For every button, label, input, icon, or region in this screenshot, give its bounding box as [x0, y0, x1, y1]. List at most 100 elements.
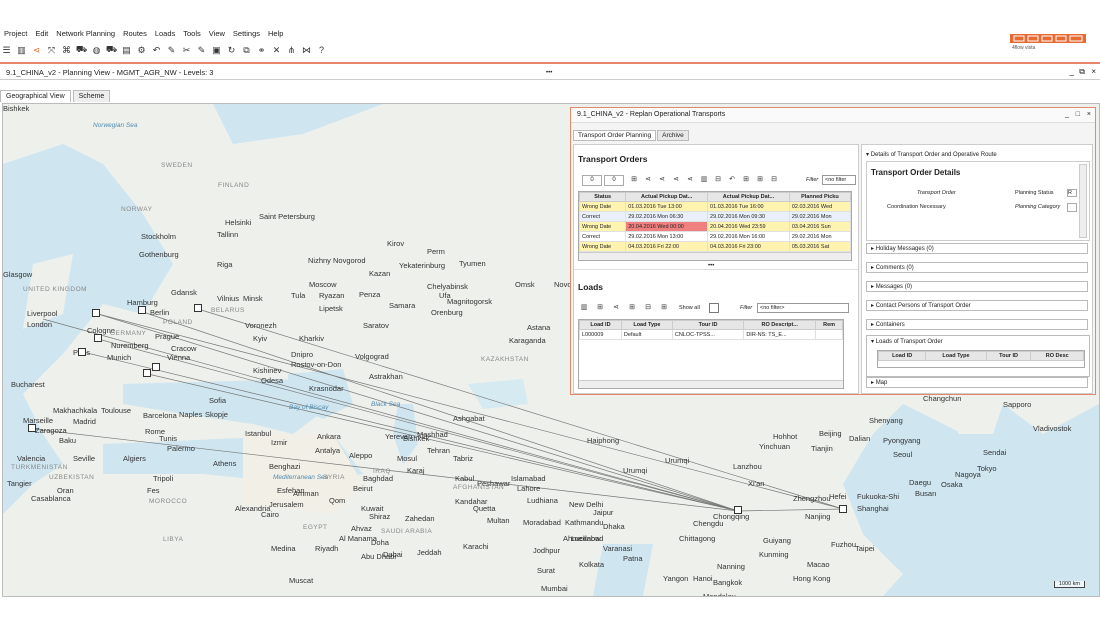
menu-item-view[interactable]: View [205, 28, 229, 40]
tab-archive[interactable]: Archive [657, 130, 689, 141]
loads-column-header[interactable]: Rem [815, 320, 843, 330]
gear-icon[interactable]: ⚙ [135, 44, 148, 56]
help-icon[interactable]: ? [315, 44, 328, 56]
table-row[interactable]: L000009 Default CNLOC-TPSS... DIR-NS: TS_E.… [579, 329, 843, 340]
table-row[interactable]: Correct 29.02.2016 Mon 06:30 29.02.2016 Mo… [579, 211, 851, 222]
link-icon[interactable]: ⚭ [255, 44, 268, 56]
tab-geographical-view[interactable]: Geographical View [0, 90, 71, 102]
save-icon[interactable]: ▣ [210, 44, 223, 56]
accordion-item[interactable]: ▸ Comments (0) [866, 262, 1088, 273]
route-icon[interactable]: ⤧ [45, 44, 58, 56]
location-marker-icon[interactable] [152, 363, 160, 371]
location-marker-icon[interactable] [28, 424, 36, 432]
loads-column-header[interactable]: RO Descript... [743, 320, 817, 330]
copy-icon[interactable]: ⧉ [240, 44, 253, 56]
menu-item-loads[interactable]: Loads [151, 28, 179, 40]
table-row[interactable]: Wrong Date 01.03.2016 Tue 13:00 01.03.2016… [579, 201, 851, 212]
menu-item-routes[interactable]: Routes [119, 28, 151, 40]
load-action-icon[interactable]: ⊞ [596, 304, 604, 312]
to-column-header[interactable]: Planned Picku [788, 192, 851, 202]
accordion-item[interactable]: ▸ Holiday Messages (0) [866, 243, 1088, 254]
share-icon[interactable]: ⋖ [30, 44, 43, 56]
loads-horizontal-scrollbar[interactable] [579, 380, 843, 388]
to-column-header[interactable]: Actual Pickup Dat... [625, 192, 709, 202]
location-marker-icon[interactable] [194, 304, 202, 312]
to-column-header[interactable]: Actual Pickup Dat... [707, 192, 790, 202]
dialog-minimize-button[interactable]: _ [1065, 111, 1069, 118]
chart-icon[interactable]: ▥ [15, 44, 28, 56]
load-action-icon[interactable]: ⊟ [644, 304, 652, 312]
dialog-maximize-button[interactable]: □ [1076, 111, 1080, 118]
close-button[interactable]: × [1091, 67, 1096, 76]
transport-order-action-icon[interactable]: ⊞ [742, 176, 750, 184]
close-icon[interactable]: ✕ [270, 44, 283, 56]
merge-icon[interactable]: ⋈ [300, 44, 313, 56]
field-planning-status-value[interactable]: R [1067, 189, 1077, 197]
to-filter-select[interactable]: <no filter [822, 175, 856, 185]
edit-icon[interactable]: ✎ [195, 44, 208, 56]
transport-orders-table[interactable]: Status Actual Pickup Dat... Actual Pickup … [578, 191, 852, 261]
load-action-icon[interactable]: ▥ [580, 304, 588, 312]
transport-order-action-icon[interactable]: ⋖ [658, 176, 666, 184]
minimize-button[interactable]: _ [1070, 67, 1074, 76]
transport-order-action-icon[interactable]: ⋖ [686, 176, 694, 184]
transport-order-action-icon[interactable]: ⊞ [756, 176, 764, 184]
location-marker-icon[interactable] [839, 505, 847, 513]
loads-table[interactable]: Load ID Load Type Tour ID RO Descript... Rem… [578, 319, 844, 389]
transport-order-action-icon[interactable]: ⋖ [672, 176, 680, 184]
undo-icon[interactable]: ↶ [150, 44, 163, 56]
globe-icon[interactable]: ◍ [90, 44, 103, 56]
transport-order-action-icon[interactable]: ▥ [700, 176, 708, 184]
transport-order-action-icon[interactable]: ⋖ [644, 176, 652, 184]
location-marker-icon[interactable] [78, 348, 86, 356]
edit-icon[interactable]: ✎ [165, 44, 178, 56]
menu-item-tools[interactable]: Tools [179, 28, 205, 40]
tab-scheme[interactable]: Scheme [72, 90, 111, 102]
menu-item-edit[interactable]: Edit [31, 28, 52, 40]
location-marker-icon[interactable] [143, 369, 151, 377]
loads-column-header[interactable]: Load ID [579, 320, 622, 330]
loads-of-to-column-header[interactable]: Tour ID [985, 351, 1032, 361]
spinner-2[interactable]: 0 [604, 175, 624, 186]
transport-order-action-icon[interactable]: ⊟ [714, 176, 722, 184]
table-row[interactable]: Wrong Date 20.04.2016 Wed 00:00 20.04.2016… [579, 221, 851, 232]
accordion-item[interactable]: ▸ Contact Persons of Transport Order [866, 300, 1088, 311]
loads-of-to-column-header[interactable]: RO Desc [1030, 351, 1084, 361]
menu-item-settings[interactable]: Settings [229, 28, 264, 40]
map-section-header[interactable]: ▸ Map [866, 377, 1088, 388]
details-section-header[interactable]: ▾ Details of Transport Order and Operati… [866, 151, 997, 158]
location-marker-icon[interactable] [94, 334, 102, 342]
menu-item-network-planning[interactable]: Network Planning [52, 28, 119, 40]
transport-order-action-icon[interactable]: ⊟ [770, 176, 778, 184]
loads-filter-select[interactable]: <no filter> [757, 303, 849, 313]
table-row[interactable]: Correct 29.02.2016 Mon 13:00 29.02.2016 Mo… [579, 231, 851, 242]
accordion-item[interactable]: ▸ Messages (0) [866, 281, 1088, 292]
refresh-icon[interactable]: ↻ [225, 44, 238, 56]
menu-item-help[interactable]: Help [264, 28, 287, 40]
transport-order-action-icon[interactable]: ⊞ [630, 176, 638, 184]
show-all-checkbox[interactable] [709, 303, 719, 313]
table-row[interactable]: Wrong Date 04.03.2016 Fri 22:00 04.03.2016… [579, 241, 851, 252]
to-horizontal-scrollbar[interactable] [579, 252, 851, 260]
cut-icon[interactable]: ✂ [180, 44, 193, 56]
tab-transport-order-planning[interactable]: Transport Order Planning [573, 130, 657, 141]
loads-of-to-column-header[interactable]: Load Type [925, 351, 987, 361]
load-action-icon[interactable]: ⊞ [628, 304, 636, 312]
transport-order-action-icon[interactable]: ↶ [728, 176, 736, 184]
load-action-icon[interactable]: ⊞ [660, 304, 668, 312]
menu-item-project[interactable]: Project [0, 28, 31, 40]
dialog-close-button[interactable]: × [1087, 111, 1091, 118]
to-column-header[interactable]: Status [579, 192, 627, 202]
location-marker-icon[interactable] [138, 306, 146, 314]
folder-icon[interactable]: ▤ [120, 44, 133, 56]
details-vertical-scrollbar[interactable] [1079, 164, 1087, 238]
truck-icon[interactable]: ⛟ [105, 44, 118, 56]
location-marker-icon[interactable] [92, 309, 100, 317]
loads-of-to-table[interactable]: Load ID Load Type Tour ID RO Desc [877, 350, 1085, 368]
load-action-icon[interactable]: ⋖ [612, 304, 620, 312]
loads-column-header[interactable]: Tour ID [671, 320, 745, 330]
loads-column-header[interactable]: Load Type [620, 320, 673, 330]
restore-button[interactable]: ⧉ [1079, 67, 1085, 77]
accordion-item[interactable]: ▸ Containers [866, 319, 1088, 330]
network-icon[interactable]: ⌘ [60, 44, 73, 56]
